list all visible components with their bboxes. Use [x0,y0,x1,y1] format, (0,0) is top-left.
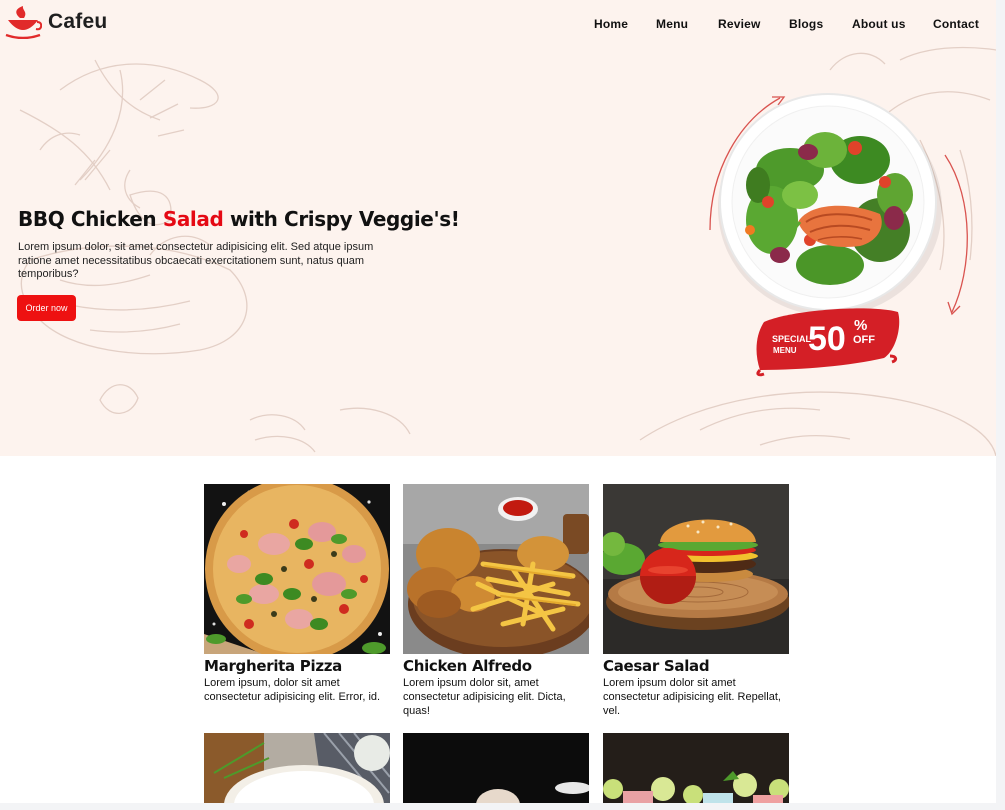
badge-off: OFF [853,334,875,346]
menu-card-title: Chicken Alfredo [403,657,532,675]
hero-title: BBQ Chicken Salad with Crispy Veggie's! [18,207,460,231]
menu-card[interactable] [403,733,589,803]
menu-card-description: Lorem ipsum, dolor sit amet consectetur … [204,677,381,703]
menu-card-description: Lorem ipsum dolor sit, amet consectetur … [403,677,566,717]
discount-badge: SPECIAL MENU 50 % OFF [756,308,900,377]
nav-link-contact[interactable]: Contact [933,17,979,31]
nav-link-home[interactable]: Home [594,17,628,31]
rice-dish-image [204,733,390,803]
menu-card[interactable]: Chicken Alfredo Lorem ipsum dolor sit, a… [403,484,589,718]
main-nav: Home Menu Review Blogs About us Contact [0,17,996,33]
hero-description: Lorem ipsum dolor, sit amet consectetur … [18,241,374,280]
badge-percent: % [854,317,867,334]
dessert-image [403,733,589,803]
badge-special: SPECIAL [772,334,812,344]
chicken-alfredo-image [403,484,589,654]
menu-card-title: Caesar Salad [603,657,710,675]
menu-card[interactable] [204,733,390,803]
featured-dish: SPECIAL MENU 50 % OFF [680,90,980,390]
menu-card-title: Margherita Pizza [204,657,343,675]
badge-menu: MENU [773,346,797,355]
hero-title-end: with Crispy Veggie's! [223,207,460,231]
nav-link-menu[interactable]: Menu [656,17,688,31]
margherita-pizza-image [204,484,390,654]
order-now-button[interactable]: Order now [17,295,76,321]
salad-plate-image: SPECIAL MENU 50 % OFF [709,93,968,377]
hero-title-start: BBQ Chicken [18,207,163,231]
nav-link-review[interactable]: Review [718,17,761,31]
hero-section: Cafeu Home Menu Review Blogs About us Co… [0,0,996,456]
nav-link-about-us[interactable]: About us [852,17,906,31]
menu-card[interactable] [603,733,789,803]
drinks-image [603,733,789,803]
nav-link-blogs[interactable]: Blogs [789,17,823,31]
menu-card-description: Lorem ipsum dolor sit amet consectetur a… [603,677,781,717]
top-navbar: Cafeu Home Menu Review Blogs About us Co… [0,0,996,46]
hero-title-accent: Salad [162,207,224,231]
badge-value: 50 [808,320,846,358]
menu-card[interactable]: Margherita Pizza Lorem ipsum, dolor sit … [204,484,390,704]
menu-card[interactable]: Caesar Salad Lorem ipsum dolor sit amet … [603,484,789,718]
page: Cafeu Home Menu Review Blogs About us Co… [0,0,996,803]
caesar-salad-image [603,484,789,654]
